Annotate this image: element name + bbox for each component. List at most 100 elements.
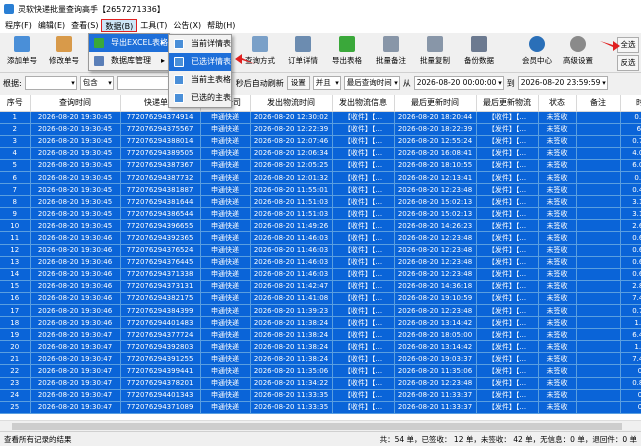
table-icon	[174, 39, 184, 49]
scrollbar-thumb[interactable]	[12, 423, 622, 430]
table-cell: 未签收	[538, 316, 577, 330]
table-cell: 2026-08-20 11:46:03	[250, 244, 333, 257]
table-cell: 24	[0, 389, 31, 402]
table-row[interactable]: 6 2026-08-20 19:30:45 772076294387732 申通快递 2…	[0, 171, 641, 185]
table-cell: 2026-08-20 11:55:01	[250, 183, 333, 197]
horizontal-scrollbar[interactable]	[0, 420, 641, 431]
table-row[interactable]: 10 2026-08-20 19:30:45 772076294396655 申通快递…	[0, 219, 641, 233]
column-header[interactable]: 最后更新物流	[476, 95, 539, 112]
column-header[interactable]: 状态	[538, 95, 577, 112]
menu-notice[interactable]: 公告(X)	[170, 19, 204, 32]
table-cell	[576, 171, 621, 185]
table-cell: 772076294388014	[120, 135, 201, 148]
filter-field-select[interactable]	[24, 76, 77, 90]
table-row[interactable]: 3 2026-08-20 19:30:45 772076294388014 申通快递 2…	[0, 135, 641, 148]
batch-note-button[interactable]: 批量备注	[371, 35, 411, 71]
export-submenu-item[interactable]: 已选的主表	[169, 89, 231, 107]
table-cell: 未签收	[538, 171, 577, 185]
table-cell	[576, 183, 621, 197]
edit-number-button[interactable]: 修改单号	[44, 35, 84, 71]
table-row[interactable]: 25 2026-08-20 19:30:47 772076294371089 申通快递…	[0, 401, 641, 414]
table-row[interactable]: 23 2026-08-20 19:30:47 772076294378201 申通快递…	[0, 377, 641, 390]
export-submenu-item[interactable]: 当前主表格	[169, 71, 231, 89]
table-row[interactable]: 17 2026-08-20 19:30:46 772076294384399 申通快递…	[0, 304, 641, 318]
table-cell: 2026-08-20 19:30:46	[30, 244, 121, 257]
menu-data[interactable]: 数据(B)	[101, 19, 138, 32]
menu-help[interactable]: 帮助(H)	[204, 19, 238, 32]
column-header[interactable]: 发出物流信息	[332, 95, 395, 112]
menu-view[interactable]: 查看(S)	[68, 19, 101, 32]
export-submenu-item[interactable]: 当前详情表	[169, 35, 231, 53]
menu-program[interactable]: 程序(F)	[2, 19, 35, 32]
title-bar: 灵软快递批量查询高手【2657271336】	[0, 0, 641, 18]
table-cell: 2026-08-20 19:10:59	[394, 292, 477, 306]
table-cell: 2026-08-20 11:49:26	[250, 219, 333, 233]
invert-selection-button[interactable]: 反选	[617, 55, 639, 71]
table-row[interactable]: 2 2026-08-20 19:30:45 772076294375567 申通快递 2…	[0, 123, 641, 136]
advanced-settings-button[interactable]: 高级设置	[558, 35, 598, 71]
column-header[interactable]: 发出物流时间	[250, 95, 333, 112]
table-cell: 772076294371089	[120, 401, 201, 414]
table-cell: 2026-08-20 15:02:13	[394, 207, 477, 221]
table-row[interactable]: 7 2026-08-20 19:30:45 772076294381887 申通快递 2…	[0, 183, 641, 197]
data-menu-item[interactable]: 数据库管理 ▸	[89, 52, 169, 70]
from-date-input[interactable]: 2026-08-20 00:00:00	[413, 76, 504, 90]
table-row[interactable]: 24 2026-08-20 19:30:47 772076294401343 申通快递…	[0, 389, 641, 402]
data-menu-item[interactable]: 导出EXCEL表格 ▸	[89, 34, 169, 52]
order-detail-button[interactable]: 订单详情	[283, 35, 323, 71]
and-or-select[interactable]: 并且	[312, 76, 341, 90]
column-header[interactable]: 时	[620, 95, 641, 112]
table-row[interactable]: 18 2026-08-20 19:30:46 772076294401483 申通快递…	[0, 316, 641, 330]
table-row[interactable]: 5 2026-08-20 19:30:45 772076294387367 申通快递 2…	[0, 159, 641, 172]
table-row[interactable]: 12 2026-08-20 19:30:46 772076294376524 申通快递…	[0, 244, 641, 257]
add-number-button[interactable]: 添加单号	[2, 35, 42, 71]
backup-data-button[interactable]: 备份数据	[459, 35, 499, 71]
red-arrow-icon	[600, 41, 620, 51]
table-cell: 2026-08-20 12:22:39	[250, 123, 333, 136]
table-row[interactable]: 11 2026-08-20 19:30:46 772076294392365 申通快递…	[0, 231, 641, 245]
table-cell: 【收件】【...	[476, 111, 539, 124]
red-arrow-pointer-icon	[235, 54, 255, 64]
table-cell: 22	[0, 364, 31, 378]
table-cell: 7	[0, 183, 31, 197]
table-row[interactable]: 16 2026-08-20 19:30:46 772076294382175 申通快递…	[0, 292, 641, 306]
export-submenu-item[interactable]: 已选详情表	[169, 53, 231, 71]
table-row[interactable]: 13 2026-08-20 19:30:46 772076294376445 申通快递…	[0, 256, 641, 269]
set-button[interactable]: 设置	[286, 76, 310, 90]
table-row[interactable]: 20 2026-08-20 19:30:47 772076294392803 申通快递…	[0, 340, 641, 354]
note-icon	[383, 36, 399, 52]
time-type-select[interactable]: 最后查询时间	[343, 76, 400, 90]
table-row[interactable]: 22 2026-08-20 19:30:47 772076294399441 申通快递…	[0, 364, 641, 378]
table-row[interactable]: 9 2026-08-20 19:30:45 772076294386544 申通快递 2…	[0, 207, 641, 221]
table-cell: 【发件】【...	[476, 123, 539, 136]
table-cell: 申通快递	[200, 183, 251, 197]
filter-mode-select[interactable]: 包含	[79, 76, 114, 90]
table-cell: 772076294391255	[120, 352, 201, 366]
results-grid[interactable]: 序号查询时间快递单号快递公司发出物流时间发出物流信息最后更新时间最后更新物流状态…	[0, 95, 641, 420]
table-row[interactable]: 15 2026-08-20 19:30:46 772076294373131 申通快递…	[0, 280, 641, 293]
menu-item-icon	[94, 56, 104, 66]
export-table-button[interactable]: 导出表格	[327, 35, 367, 71]
table-cell: 2.62	[620, 219, 641, 233]
table-row[interactable]: 21 2026-08-20 19:30:47 772076294391255 申通快递…	[0, 352, 641, 366]
table-cell: 未签收	[538, 304, 577, 318]
column-header[interactable]: 最后更新时间	[394, 95, 477, 112]
table-cell: 【收件】【...	[332, 316, 395, 330]
table-row[interactable]: 19 2026-08-20 19:30:47 772076294377724 申通快递…	[0, 328, 641, 342]
table-row[interactable]: 1 2026-08-20 19:30:45 772076294374914 申通快递 2…	[0, 111, 641, 124]
table-cell: 2026-08-20 19:30:47	[30, 364, 121, 378]
column-header[interactable]: 序号	[0, 95, 31, 112]
column-header[interactable]: 查询时间	[30, 95, 121, 112]
table-row[interactable]: 4 2026-08-20 19:30:45 772076294389505 申通快递 2…	[0, 147, 641, 160]
column-header[interactable]: 备注	[576, 95, 621, 112]
to-date-input[interactable]: 2026-08-20 23:59:59	[517, 76, 608, 90]
menu-edit[interactable]: 编辑(E)	[35, 19, 68, 32]
table-cell: 2026-08-20 12:01:32	[250, 171, 333, 185]
table-row[interactable]: 8 2026-08-20 19:30:45 772076294381644 申通快递 2…	[0, 195, 641, 209]
menu-tools[interactable]: 工具(T)	[137, 19, 170, 32]
member-center-button[interactable]: 会员中心	[517, 35, 557, 71]
table-row[interactable]: 14 2026-08-20 19:30:46 772076294371338 申通快递…	[0, 268, 641, 281]
select-all-button[interactable]: 全选	[617, 37, 639, 53]
batch-copy-button[interactable]: 批量复制	[415, 35, 455, 71]
table-cell: 2026-08-20 18:05:00	[394, 328, 477, 342]
